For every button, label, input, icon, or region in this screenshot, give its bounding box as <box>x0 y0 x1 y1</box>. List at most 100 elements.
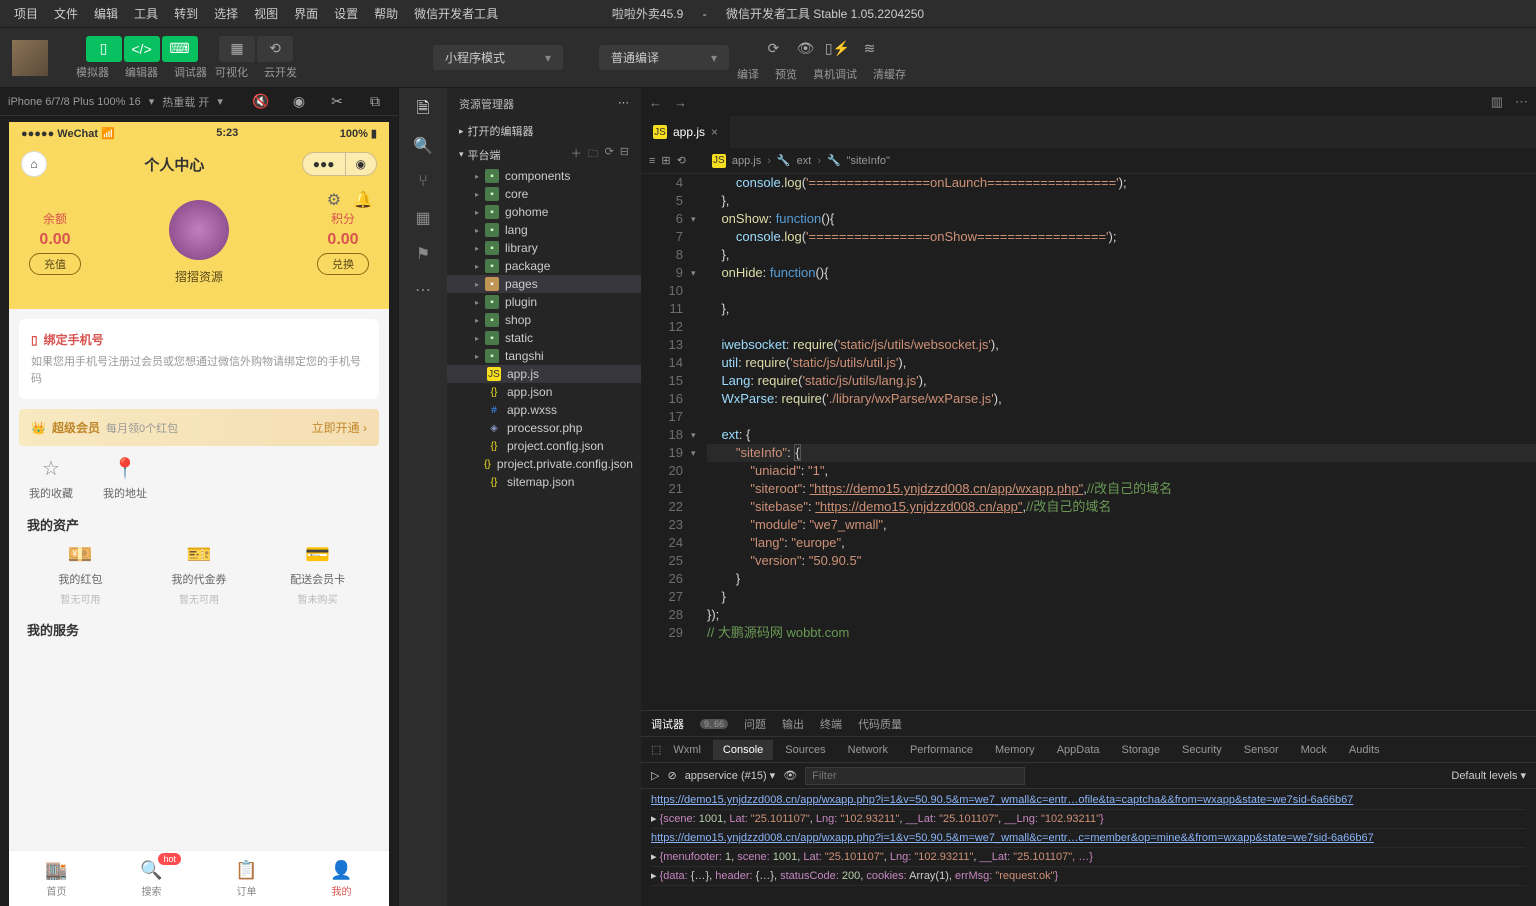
profile-avatar[interactable] <box>169 200 229 260</box>
breadcrumb[interactable]: ≡⊞⟲JS app.js› 🔧ext› 🔧"siteInfo" <box>641 148 1536 174</box>
menu-help[interactable]: 帮助 <box>368 3 404 24</box>
tree-item-core[interactable]: ▪core <box>447 185 641 203</box>
editor-button[interactable]: </> <box>124 36 160 62</box>
extensions-icon[interactable]: ▦ <box>407 202 439 234</box>
filter-input[interactable] <box>805 767 1025 785</box>
refresh-icon[interactable]: ⟳ <box>605 145 614 164</box>
recharge-button[interactable]: 充值 <box>29 253 81 275</box>
audits-tab[interactable]: Audits <box>1339 740 1390 760</box>
tree-item-static[interactable]: ▪static <box>447 329 641 347</box>
clear-cache-button[interactable]: ≋ <box>855 34 885 64</box>
coupon-item[interactable]: 🎫我的代金券暂无可用 <box>140 542 259 606</box>
tree-item-pages[interactable]: ▪pages <box>447 275 641 293</box>
bind-phone-card[interactable]: ▯绑定手机号 如果您用手机号注册过会员或您想通过微信外购物请绑定您的手机号码 <box>19 319 379 399</box>
tab-home[interactable]: 🏬首页 <box>9 851 104 906</box>
menu-tools[interactable]: 工具 <box>128 3 164 24</box>
cloud-button[interactable]: ⟲ <box>257 36 293 62</box>
menu-project[interactable]: 项目 <box>8 3 44 24</box>
tree-item-library[interactable]: ▪library <box>447 239 641 257</box>
search-icon[interactable]: 🔍 <box>407 130 439 162</box>
mock-tab[interactable]: Mock <box>1291 740 1337 760</box>
git-icon[interactable]: ⑂ <box>407 166 439 198</box>
eye-icon[interactable]: 👁 <box>783 769 797 782</box>
storage-tab[interactable]: Storage <box>1112 740 1171 760</box>
code-editor[interactable]: 4567891011121314151617181920212223242526… <box>641 174 1536 710</box>
bell-icon[interactable]: 🔔 <box>353 190 373 210</box>
editor-more-icon[interactable]: ⋯ <box>1515 94 1528 110</box>
performance-tab[interactable]: Performance <box>900 740 983 760</box>
explorer-more-icon[interactable]: ⋯ <box>618 96 629 112</box>
tree-item-components[interactable]: ▪components <box>447 167 641 185</box>
close-tab-icon[interactable]: × <box>711 125 718 139</box>
simulator-button[interactable]: ▯ <box>86 36 122 62</box>
menu-devtools[interactable]: 微信开发者工具 <box>408 3 504 24</box>
vip-bar[interactable]: 👑 超级会员 每月领0个红包 立即开通 › <box>19 409 379 446</box>
collapse-icon[interactable]: ⊟ <box>620 145 629 164</box>
menu-select[interactable]: 选择 <box>208 3 244 24</box>
quality-tab[interactable]: 代码质量 <box>858 716 902 732</box>
compile-button[interactable]: ⟳ <box>759 34 789 64</box>
exchange-button[interactable]: 兑换 <box>317 253 369 275</box>
menu-settings[interactable]: 设置 <box>328 3 364 24</box>
settings-icon[interactable]: ⚙ <box>327 190 341 210</box>
tree-item-app-js[interactable]: JSapp.js <box>447 365 641 383</box>
device-dropdown[interactable]: iPhone 6/7/8 Plus 100% 16 <box>8 96 141 108</box>
security-tab[interactable]: Security <box>1172 740 1232 760</box>
stop-console-icon[interactable]: ▷ <box>651 769 659 782</box>
tab-mine[interactable]: 👤我的 <box>294 851 389 906</box>
memory-tab[interactable]: Memory <box>985 740 1045 760</box>
back-icon[interactable]: ← <box>649 95 662 110</box>
forward-icon[interactable]: → <box>674 95 687 110</box>
delivery-card-item[interactable]: 💳配送会员卡暂未购买 <box>258 542 377 606</box>
remote-debug-button[interactable]: ▯⚡ <box>823 34 853 64</box>
address-button[interactable]: 📍我的地址 <box>103 456 147 501</box>
preview-button[interactable]: 👁 <box>791 34 821 64</box>
sources-tab[interactable]: Sources <box>775 740 835 760</box>
more-icon[interactable]: ⋯ <box>407 274 439 306</box>
split-icon[interactable]: ▥ <box>1491 94 1503 110</box>
favorites-button[interactable]: ☆我的收藏 <box>29 456 73 501</box>
mode-dropdown[interactable]: 小程序模式 <box>433 45 563 70</box>
output-tab[interactable]: 输出 <box>782 716 804 732</box>
compile-dropdown[interactable]: 普通编译 <box>599 45 729 70</box>
console-output[interactable]: https://demo15.ynjdzzd008.cn/app/wxapp.p… <box>641 789 1536 906</box>
editor-tab-appjs[interactable]: JSapp.js× <box>641 116 730 148</box>
context-dropdown[interactable]: appservice (#15) ▾ <box>685 769 776 782</box>
user-avatar[interactable] <box>12 40 48 76</box>
tree-item-app-wxss[interactable]: #app.wxss <box>447 401 641 419</box>
menu-goto[interactable]: 转到 <box>168 3 204 24</box>
home-button[interactable]: ⌂ <box>21 151 47 177</box>
tree-item-processor-php[interactable]: ◈processor.php <box>447 419 641 437</box>
menu-ui[interactable]: 界面 <box>288 3 324 24</box>
debugger-tab[interactable]: 调试器 <box>651 716 684 732</box>
plugin-icon[interactable]: ⚑ <box>407 238 439 270</box>
cut-icon[interactable]: ✂ <box>322 87 352 117</box>
network-tab[interactable]: Network <box>838 740 898 760</box>
tab-search[interactable]: hot🔍搜索 <box>104 851 199 906</box>
new-folder-icon[interactable]: 🗀 <box>588 145 599 164</box>
sensor-tab[interactable]: Sensor <box>1234 740 1289 760</box>
appdata-tab[interactable]: AppData <box>1047 740 1110 760</box>
debugger-button[interactable]: ⌨ <box>162 36 198 62</box>
menu-edit[interactable]: 编辑 <box>88 3 124 24</box>
mute-icon[interactable]: 🔇 <box>246 87 276 117</box>
tree-item-plugin[interactable]: ▪plugin <box>447 293 641 311</box>
explorer-icon[interactable]: 🗎 <box>407 94 439 126</box>
menu-view[interactable]: 视图 <box>248 3 284 24</box>
console-tab[interactable]: Console <box>713 740 773 760</box>
tree-item-package[interactable]: ▪package <box>447 257 641 275</box>
project-section[interactable]: 平台端 ＋🗀⟳⊟ <box>447 142 641 167</box>
visual-button[interactable]: ▦ <box>219 36 255 62</box>
tree-item-project-config-json[interactable]: {}project.config.json <box>447 437 641 455</box>
stop-icon[interactable]: ◉ <box>284 87 314 117</box>
inspect-icon[interactable]: ⬚ <box>651 743 661 756</box>
levels-dropdown[interactable]: Default levels ▾ <box>1451 769 1526 782</box>
menu-file[interactable]: 文件 <box>48 3 84 24</box>
tree-item-shop[interactable]: ▪shop <box>447 311 641 329</box>
tab-orders[interactable]: 📋订单 <box>199 851 294 906</box>
tree-item-lang[interactable]: ▪lang <box>447 221 641 239</box>
capsule-button[interactable]: ●●●◉ <box>302 152 377 176</box>
tree-item-gohome[interactable]: ▪gohome <box>447 203 641 221</box>
clear-console-icon[interactable]: ⊘ <box>667 769 676 782</box>
tree-item-sitemap-json[interactable]: {}sitemap.json <box>447 473 641 491</box>
